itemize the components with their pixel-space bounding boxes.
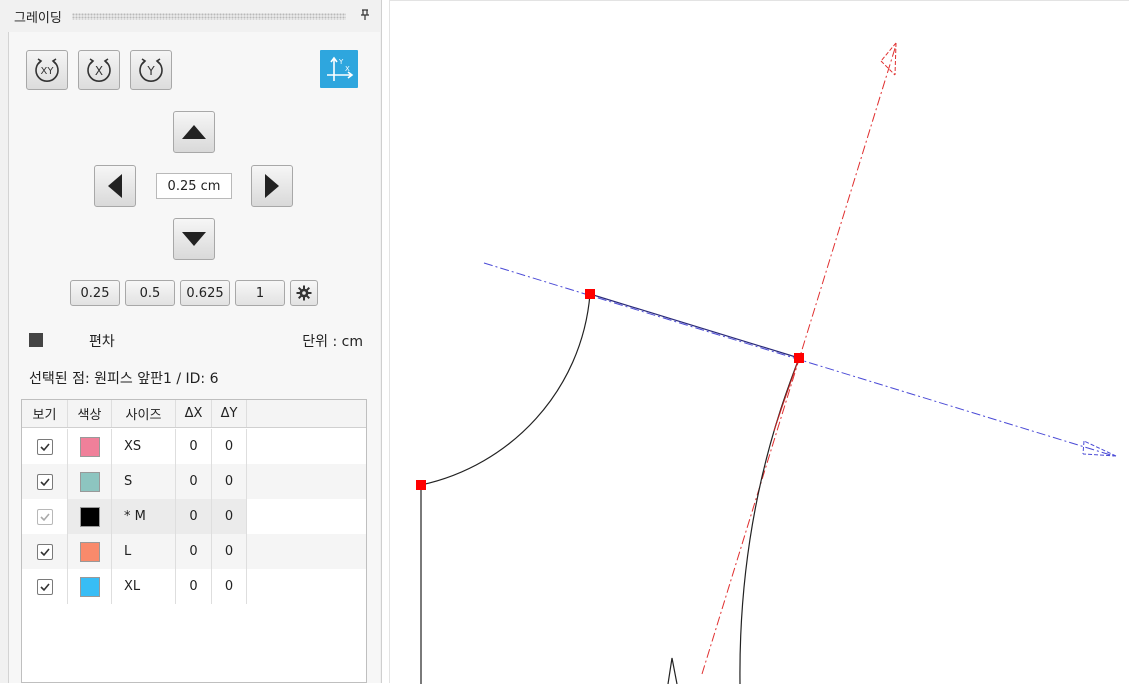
visibility-checkbox[interactable] (36, 438, 53, 455)
visibility-checkbox[interactable] (36, 578, 53, 595)
preset-0-25-button[interactable]: 0.25 (70, 280, 120, 306)
move-up-button[interactable] (173, 111, 215, 153)
grading-point-selected[interactable] (794, 353, 804, 363)
size-cell: XL (112, 569, 176, 604)
visibility-cell (22, 499, 68, 534)
axis-xy-icon: Y X (327, 56, 354, 81)
size-color-swatch[interactable] (79, 541, 100, 562)
table-row[interactable]: XS 0 0 (22, 429, 366, 464)
column-header-color[interactable]: 색상 (68, 400, 112, 427)
table-row[interactable]: L00 (22, 534, 366, 569)
dy-cell[interactable]: 0 (212, 569, 247, 604)
filler-cell (247, 569, 366, 604)
color-cell (68, 499, 112, 534)
size-cell: XS (112, 429, 176, 464)
color-cell (68, 429, 112, 464)
visibility-cell (22, 464, 68, 499)
visibility-cell (22, 534, 68, 569)
size-table: 보기 색상 사이즈 ΔX ΔY XS 0 0 S 0 0 * M 0 0 L 0 0 XL 0 0 (21, 399, 367, 683)
mirror-y-icon: Y (139, 58, 163, 82)
step-size-input[interactable] (156, 173, 232, 199)
mirror-x-button[interactable]: X (78, 50, 120, 90)
column-header-visible[interactable]: 보기 (22, 400, 68, 427)
preset-0-625-button[interactable]: 0.625 (180, 280, 230, 306)
triangle-right-icon (265, 174, 279, 198)
svg-text:Y: Y (146, 64, 155, 78)
visibility-checkbox[interactable] (36, 543, 53, 560)
panel-drag-grip[interactable] (71, 12, 346, 20)
svg-text:X: X (95, 64, 103, 78)
column-header-filler (247, 400, 366, 427)
pattern-canvas[interactable] (389, 0, 1129, 684)
dx-cell[interactable]: 0 (176, 464, 212, 499)
filler-cell (247, 534, 366, 569)
mirror-y-button[interactable]: Y (130, 50, 172, 90)
table-row[interactable]: * M00 (22, 499, 366, 534)
size-cell: S (112, 464, 176, 499)
color-cell (68, 464, 112, 499)
color-cell (68, 569, 112, 604)
svg-text:XY: XY (41, 66, 55, 77)
unit-label: 단위 : cm (302, 334, 363, 350)
move-right-button[interactable] (251, 165, 293, 207)
visibility-checkbox[interactable] (36, 473, 53, 490)
armhole-curve (420, 293, 591, 486)
size-cell: * M (112, 499, 176, 534)
panel-titlebar: 그레이딩 (0, 0, 382, 32)
dx-cell[interactable]: 0 (176, 569, 212, 604)
filler-cell (247, 429, 366, 464)
table-header-row: 보기 색상 사이즈 ΔX ΔY (22, 400, 366, 428)
size-color-swatch[interactable] (79, 576, 100, 597)
svg-text:Y: Y (338, 58, 344, 66)
move-left-button[interactable] (94, 165, 136, 207)
visibility-cell (22, 429, 68, 464)
panel-title: 그레이딩 (14, 10, 62, 26)
grading-point-shoulder[interactable] (585, 289, 595, 299)
deviation-color-square (29, 333, 43, 347)
filler-cell (247, 499, 366, 534)
move-down-button[interactable] (173, 218, 215, 260)
shoulder-line (589, 293, 800, 359)
column-header-size[interactable]: 사이즈 (112, 400, 176, 427)
table-row[interactable]: S00 (22, 464, 366, 499)
dy-cell[interactable]: 0 (212, 429, 247, 464)
table-row[interactable]: XL 0 0 (22, 569, 366, 604)
deviation-label: 편차 (89, 334, 115, 350)
triangle-down-icon (182, 232, 206, 246)
filler-cell (247, 464, 366, 499)
pin-icon[interactable] (356, 8, 374, 24)
selected-point-label: 선택된 점: 원피스 앞판1 / ID: 6 (29, 371, 219, 387)
size-cell: L (112, 534, 176, 569)
preset-0-5-button[interactable]: 0.5 (125, 280, 175, 306)
color-cell (68, 534, 112, 569)
mirror-x-icon: X (87, 58, 111, 82)
size-color-swatch[interactable] (79, 471, 100, 492)
gear-icon (296, 285, 312, 301)
size-color-swatch[interactable] (79, 436, 100, 457)
pattern-drawing[interactable] (390, 1, 1129, 684)
dy-cell[interactable]: 0 (212, 534, 247, 569)
preset-settings-button[interactable] (290, 280, 318, 306)
axis-toggle-button[interactable]: Y X (320, 50, 358, 88)
column-header-dx[interactable]: ΔX (176, 400, 212, 427)
visibility-checkbox (36, 508, 53, 525)
dart-lines (667, 657, 678, 684)
dy-cell[interactable]: 0 (212, 499, 247, 534)
triangle-left-icon (108, 174, 122, 198)
grading-panel: 그레이딩 XY X Y Y X 0.25 cm 0.25 0.5 0.625 1… (0, 0, 382, 683)
dy-cell[interactable]: 0 (212, 464, 247, 499)
column-header-dy[interactable]: ΔY (212, 400, 247, 427)
dx-cell[interactable]: 0 (176, 534, 212, 569)
dx-cell[interactable]: 0 (176, 429, 212, 464)
dx-cell[interactable]: 0 (176, 499, 212, 534)
triangle-up-icon (182, 125, 206, 139)
mirror-xy-icon: XY (35, 58, 59, 82)
size-color-swatch[interactable] (79, 506, 100, 527)
svg-text:X: X (345, 65, 350, 73)
mirror-xy-button[interactable]: XY (26, 50, 68, 90)
neckline-red-overlay (773, 357, 800, 432)
visibility-cell (22, 569, 68, 604)
grading-point-armhole[interactable] (416, 480, 426, 490)
preset-1-button[interactable]: 1 (235, 280, 285, 306)
